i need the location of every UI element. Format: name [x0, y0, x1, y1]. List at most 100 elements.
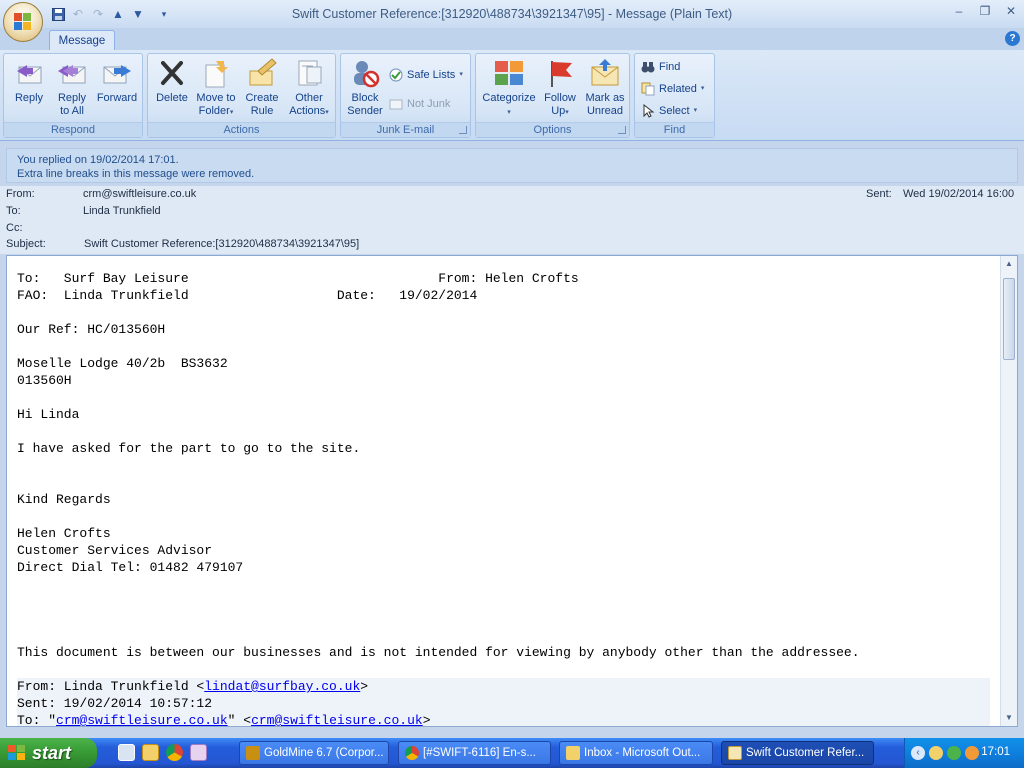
dialog-launcher-icon[interactable] [459, 126, 467, 134]
dropdown-arrow-icon: ▾ [325, 109, 329, 116]
body-line-serial: 013560H [17, 373, 72, 388]
categorize-icon [493, 57, 525, 89]
quoted-to-email-link-2[interactable]: crm@swiftleisure.co.uk [251, 713, 423, 726]
categorize-button[interactable]: Categorize ▾ [480, 57, 538, 119]
tray-status-icon[interactable] [947, 746, 961, 760]
quoted-from-email-link[interactable]: lindat@surfbay.co.uk [204, 679, 360, 694]
flag-icon [544, 57, 576, 89]
group-junk-email: Block Sender Safe Lists ▾ Not Junk Junk E… [340, 53, 471, 138]
clock[interactable]: 17:01 [981, 746, 1010, 758]
to-label: To: [6, 205, 21, 217]
group-options: Categorize ▾ Follow Up▾ Mark as Unread O… [475, 53, 630, 138]
reply-button[interactable]: Reply [10, 57, 48, 105]
group-actions: Delete Move to Folder▾ Create Rule Other… [147, 53, 336, 138]
binoculars-icon [641, 60, 655, 74]
ribbon-tab-row: Message ? [0, 28, 1024, 51]
windows-flag-icon [8, 745, 26, 761]
safe-lists-button[interactable]: Safe Lists ▾ [389, 66, 463, 84]
tab-message[interactable]: Message [49, 30, 115, 51]
reply-icon [13, 57, 45, 89]
related-icon [641, 82, 655, 96]
taskbar-item-goldmine[interactable]: GoldMine 6.7 (Corpor... [239, 741, 389, 765]
forward-button[interactable]: Forward [94, 57, 140, 105]
follow-up-button[interactable]: Follow Up▾ [540, 57, 580, 119]
info-bar-line-breaks: Extra line breaks in this message were r… [17, 168, 255, 180]
quoted-sent-line: Sent: 19/02/2014 10:57:12 [17, 696, 213, 711]
body-line-disclaimer: This document is between our businesses … [17, 645, 860, 660]
not-junk-button[interactable]: Not Junk [389, 95, 450, 113]
show-desktop-icon[interactable] [118, 744, 135, 761]
other-actions-icon [293, 57, 325, 89]
delete-icon [156, 57, 188, 89]
close-button[interactable]: ✕ [998, 0, 1024, 22]
group-label-actions: Actions [148, 122, 335, 137]
move-to-folder-button[interactable]: Move to Folder▾ [194, 57, 238, 119]
select-button[interactable]: Select ▾ [641, 102, 697, 120]
group-find: Find Related ▾ Select ▾ Find [634, 53, 715, 138]
subject-label: Subject: [6, 238, 46, 250]
mark-as-unread-button[interactable]: Mark as Unread [582, 57, 628, 118]
message-header: From: crm@swiftleisure.co.uk To: Linda T… [0, 186, 1024, 254]
from-value[interactable]: crm@swiftleisure.co.uk [83, 188, 196, 200]
cc-label: Cc: [6, 222, 23, 234]
tray-outlook-icon[interactable] [929, 746, 943, 760]
safe-lists-icon [389, 68, 403, 82]
folder-move-icon [200, 57, 232, 89]
body-line-regards: Kind Regards [17, 492, 111, 507]
minimize-button[interactable]: ‒ [946, 0, 972, 22]
group-respond: Reply Reply to All Forward Respond [3, 53, 143, 138]
not-junk-icon [389, 97, 403, 111]
from-label: From: [6, 188, 35, 200]
body-line-job-title: Customer Services Advisor [17, 543, 213, 558]
scrollbar-thumb[interactable] [1003, 278, 1015, 360]
chrome-icon[interactable] [166, 744, 183, 761]
dropdown-arrow-icon: ▾ [700, 85, 705, 92]
office-button[interactable] [3, 2, 43, 42]
group-label-find: Find [635, 122, 714, 137]
restore-button[interactable]: ❐ [972, 0, 998, 22]
taskbar-item-message[interactable]: Swift Customer Refer... [721, 741, 874, 765]
taskbar: start GoldMine 6.7 (Corpor... [#SWIFT-61… [0, 738, 1024, 768]
dropdown-arrow-icon: ▾ [459, 71, 463, 78]
quoted-to-email-link-1[interactable]: crm@swiftleisure.co.uk [56, 713, 228, 726]
message-body[interactable]: To: Surf Bay Leisure From: Helen Crofts … [6, 255, 1018, 727]
to-value[interactable]: Linda Trunkfield [83, 205, 161, 217]
body-line-phone: Direct Dial Tel: 01482 479107 [17, 560, 244, 575]
tray-expand-icon[interactable]: ‹ [911, 746, 925, 760]
other-actions-button[interactable]: Other Actions▾ [286, 57, 332, 119]
quicklaunch-tool-icon[interactable] [190, 744, 207, 761]
create-rule-button[interactable]: Create Rule [242, 57, 282, 118]
taskbar-item-inbox[interactable]: Inbox - Microsoft Out... [559, 741, 713, 765]
title-bar: ↶ ↷ ▲ ▼ ▾ Swift Customer Reference:[3129… [0, 0, 1024, 42]
taskbar-item-chrome[interactable]: [#SWIFT-6116] En-s... [398, 741, 551, 765]
start-button[interactable]: start [0, 738, 97, 768]
goldmine-icon [246, 746, 260, 760]
block-sender-icon [349, 57, 381, 89]
group-label-options: Options [476, 122, 629, 137]
vertical-scrollbar[interactable]: ▲ ▼ [1000, 256, 1017, 726]
help-icon[interactable]: ? [1005, 31, 1020, 46]
forward-icon [101, 57, 133, 89]
dropdown-arrow-icon: ▾ [693, 107, 698, 114]
body-line-greeting: Hi Linda [17, 407, 80, 422]
dropdown-arrow-icon: ▾ [507, 109, 511, 116]
quicklaunch-app-icon[interactable] [142, 744, 159, 761]
scroll-up-icon[interactable]: ▲ [1001, 256, 1017, 272]
body-line-model: Moselle Lodge 40/2b BS3632 [17, 356, 228, 371]
dialog-launcher-icon[interactable] [618, 126, 626, 134]
reply-all-button[interactable]: Reply to All [52, 57, 92, 118]
system-tray: ‹ 17:01 [904, 738, 1024, 768]
delete-button[interactable]: Delete [152, 57, 192, 105]
info-bar-replied: You replied on 19/02/2014 17:01. [17, 154, 179, 166]
scroll-down-icon[interactable]: ▼ [1001, 710, 1017, 726]
block-sender-button[interactable]: Block Sender [345, 57, 385, 118]
info-bar[interactable]: You replied on 19/02/2014 17:01. Extra l… [6, 148, 1018, 183]
sent-value: Wed 19/02/2014 16:00 [903, 188, 1015, 200]
related-button[interactable]: Related ▾ [641, 80, 704, 98]
create-rule-icon [246, 57, 278, 89]
ribbon: Reply Reply to All Forward Respond Delet… [0, 50, 1024, 141]
tray-app-icon[interactable] [965, 746, 979, 760]
find-button[interactable]: Find [641, 58, 680, 76]
body-line-to: To: Surf Bay Leisure From: Helen Crofts [17, 271, 579, 286]
window-title: Swift Customer Reference:[312920\488734\… [291, 7, 733, 21]
